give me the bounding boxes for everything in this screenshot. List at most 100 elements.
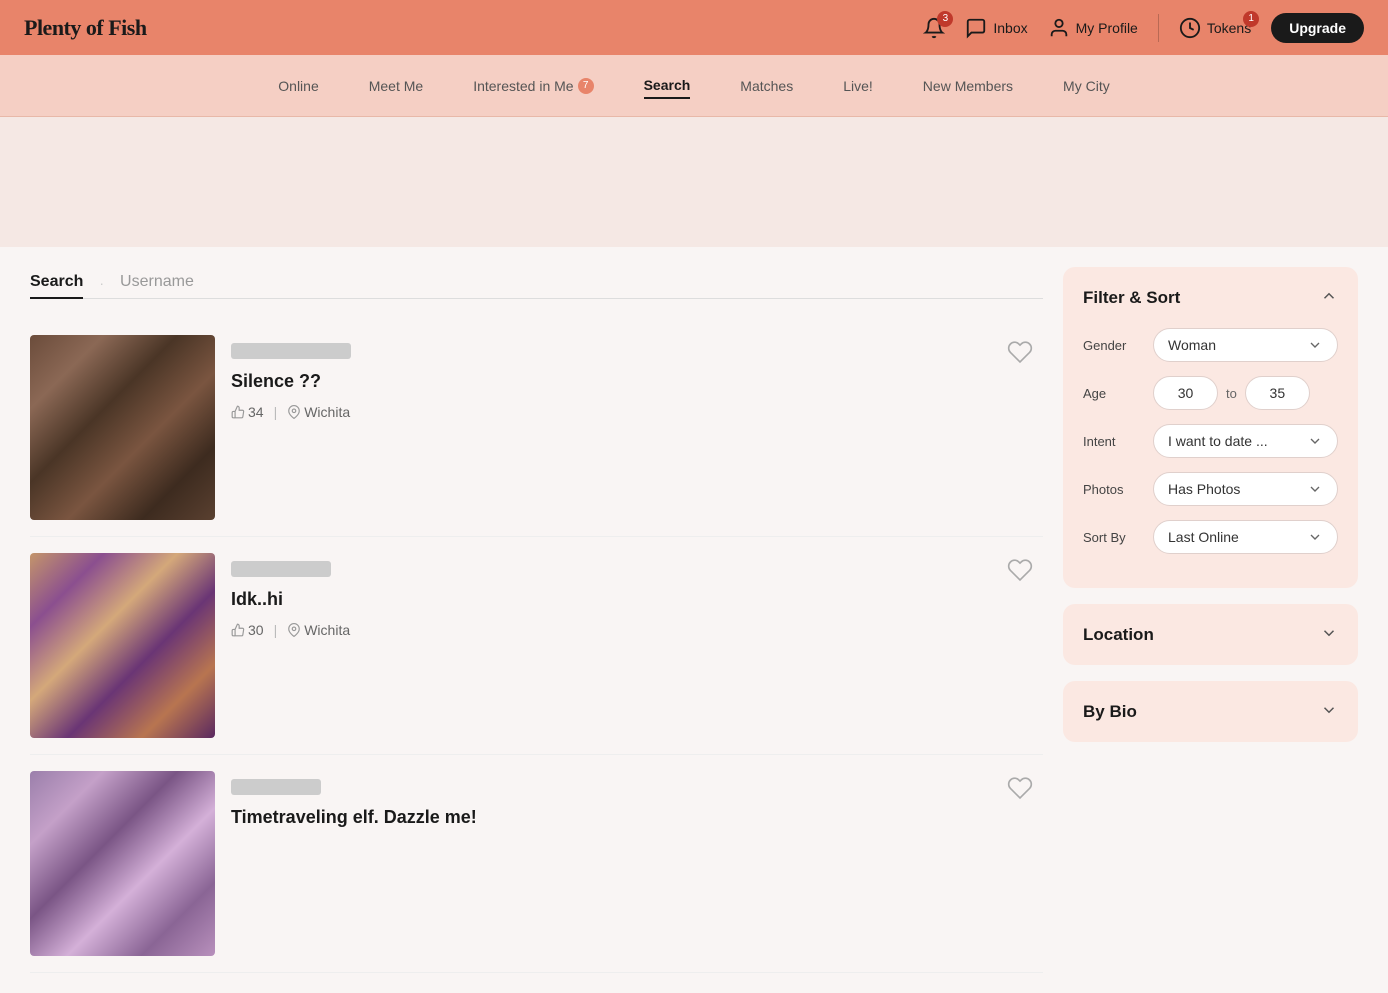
nav-item-live[interactable]: Live! bbox=[843, 74, 873, 98]
age-to-text: to bbox=[1226, 386, 1237, 401]
profile-image-2[interactable] bbox=[30, 553, 215, 738]
username-blur-1 bbox=[231, 343, 351, 359]
inbox-button[interactable]: Inbox bbox=[965, 17, 1027, 39]
search-tabs: Search · Username bbox=[30, 267, 1043, 299]
sortby-value: Last Online bbox=[1168, 529, 1239, 545]
like-button-3[interactable] bbox=[1007, 775, 1033, 804]
photos-value: Has Photos bbox=[1168, 481, 1240, 497]
intent-value: I want to date ... bbox=[1168, 433, 1268, 449]
intent-filter-row: Intent I want to date ... bbox=[1083, 424, 1338, 458]
sortby-label: Sort By bbox=[1083, 530, 1143, 545]
display-name-3[interactable]: Timetraveling elf. Dazzle me! bbox=[231, 807, 1043, 828]
nav-item-meet-me[interactable]: Meet Me bbox=[369, 74, 423, 98]
location-2: Wichita bbox=[304, 622, 350, 638]
pin-icon-1 bbox=[287, 405, 301, 419]
logo: Plenty of Fish bbox=[24, 15, 147, 41]
header-right: 3 Inbox My Profile Tokens 1 Upgrade bbox=[923, 13, 1364, 43]
username-blur-3 bbox=[231, 779, 321, 795]
age-filter-row: Age 30 to 35 bbox=[1083, 376, 1338, 410]
photos-select[interactable]: Has Photos bbox=[1153, 472, 1338, 506]
display-name-2[interactable]: Idk..hi bbox=[231, 589, 1043, 610]
notifications-badge: 3 bbox=[937, 11, 953, 27]
gender-filter-row: Gender Woman bbox=[1083, 328, 1338, 362]
banner-area bbox=[0, 117, 1388, 247]
nav-item-my-city[interactable]: My City bbox=[1063, 74, 1110, 98]
tab-search[interactable]: Search bbox=[30, 267, 83, 299]
age-to-input[interactable]: 35 bbox=[1245, 376, 1310, 410]
header: Plenty of Fish 3 Inbox My Profile bbox=[0, 0, 1388, 55]
chevron-down-icon-intent bbox=[1307, 433, 1323, 449]
tab-separator: · bbox=[99, 275, 104, 291]
location-icon-2: Wichita bbox=[287, 622, 350, 638]
inbox-label: Inbox bbox=[993, 20, 1027, 36]
profile-icon bbox=[1048, 17, 1070, 39]
age-icon-2: 30 bbox=[231, 622, 264, 638]
location-card: Location bbox=[1063, 604, 1358, 665]
like-button-1[interactable] bbox=[1007, 339, 1033, 368]
location-1: Wichita bbox=[304, 404, 350, 420]
tab-username[interactable]: Username bbox=[120, 267, 194, 299]
filter-sort-toggle[interactable] bbox=[1320, 287, 1338, 308]
chevron-down-icon-sortby bbox=[1307, 529, 1323, 545]
photos-label: Photos bbox=[1083, 482, 1143, 497]
profile-image-3[interactable] bbox=[30, 771, 215, 956]
sortby-filter-row: Sort By Last Online bbox=[1083, 520, 1338, 554]
profile-card-3: Timetraveling elf. Dazzle me! bbox=[30, 755, 1043, 973]
notifications-button[interactable]: 3 bbox=[923, 17, 945, 39]
profile-image-1[interactable] bbox=[30, 335, 215, 520]
nav-item-matches[interactable]: Matches bbox=[740, 74, 793, 98]
interested-badge: 7 bbox=[578, 78, 594, 94]
profile-card: Silence ?? 34 | Wichita bbox=[30, 319, 1043, 537]
main-content: Search · Username Silence ?? 34 | Wichi bbox=[14, 247, 1374, 993]
age-from-input[interactable]: 30 bbox=[1153, 376, 1218, 410]
location-title: Location bbox=[1083, 625, 1154, 645]
bybio-header: By Bio bbox=[1083, 701, 1338, 722]
age-inputs: 30 to 35 bbox=[1153, 376, 1338, 410]
heart-icon-3 bbox=[1007, 775, 1033, 801]
photos-filter-row: Photos Has Photos bbox=[1083, 472, 1338, 506]
location-icon-1: Wichita bbox=[287, 404, 350, 420]
chevron-down-icon-photos bbox=[1307, 481, 1323, 497]
chevron-down-icon-bybio bbox=[1320, 701, 1338, 719]
right-panel: Filter & Sort Gender Woman bbox=[1063, 267, 1358, 973]
upgrade-button[interactable]: Upgrade bbox=[1271, 13, 1364, 43]
profile-info-1: Silence ?? 34 | Wichita bbox=[231, 335, 1043, 420]
tokens-icon bbox=[1179, 17, 1201, 39]
profile-info-3: Timetraveling elf. Dazzle me! bbox=[231, 771, 1043, 840]
age-2: 30 bbox=[248, 622, 264, 638]
heart-icon-1 bbox=[1007, 339, 1033, 365]
age-icon-1: 34 bbox=[231, 404, 264, 420]
nav-item-interested[interactable]: Interested in Me 7 bbox=[473, 74, 593, 98]
age-1: 34 bbox=[248, 404, 264, 420]
pin-icon-2 bbox=[287, 623, 301, 637]
display-name-1[interactable]: Silence ?? bbox=[231, 371, 1043, 392]
location-header: Location bbox=[1083, 624, 1338, 645]
my-profile-button[interactable]: My Profile bbox=[1048, 17, 1138, 39]
profile-card-2: Idk..hi 30 | Wichita bbox=[30, 537, 1043, 755]
gender-select[interactable]: Woman bbox=[1153, 328, 1338, 362]
location-toggle[interactable] bbox=[1320, 624, 1338, 645]
gender-value: Woman bbox=[1168, 337, 1216, 353]
filter-sort-title: Filter & Sort bbox=[1083, 288, 1180, 308]
filter-sort-card: Filter & Sort Gender Woman bbox=[1063, 267, 1358, 588]
bybio-toggle[interactable] bbox=[1320, 701, 1338, 722]
main-nav: Online Meet Me Interested in Me 7 Search… bbox=[0, 55, 1388, 117]
username-blur-2 bbox=[231, 561, 331, 577]
nav-item-new-members[interactable]: New Members bbox=[923, 74, 1013, 98]
intent-label: Intent bbox=[1083, 434, 1143, 449]
thumb-icon-1 bbox=[231, 405, 245, 419]
tokens-button[interactable]: Tokens 1 bbox=[1179, 17, 1251, 39]
heart-icon-2 bbox=[1007, 557, 1033, 583]
bybio-title: By Bio bbox=[1083, 702, 1137, 722]
nav-item-search[interactable]: Search bbox=[644, 73, 691, 99]
tokens-badge: 1 bbox=[1243, 11, 1259, 27]
nav-item-online[interactable]: Online bbox=[278, 74, 318, 98]
intent-select[interactable]: I want to date ... bbox=[1153, 424, 1338, 458]
thumb-icon-2 bbox=[231, 623, 245, 637]
profile-meta-2: 30 | Wichita bbox=[231, 622, 1043, 638]
chevron-up-icon bbox=[1320, 287, 1338, 305]
like-button-2[interactable] bbox=[1007, 557, 1033, 586]
chevron-down-icon bbox=[1307, 337, 1323, 353]
interested-label: Interested in Me bbox=[473, 78, 573, 94]
sortby-select[interactable]: Last Online bbox=[1153, 520, 1338, 554]
